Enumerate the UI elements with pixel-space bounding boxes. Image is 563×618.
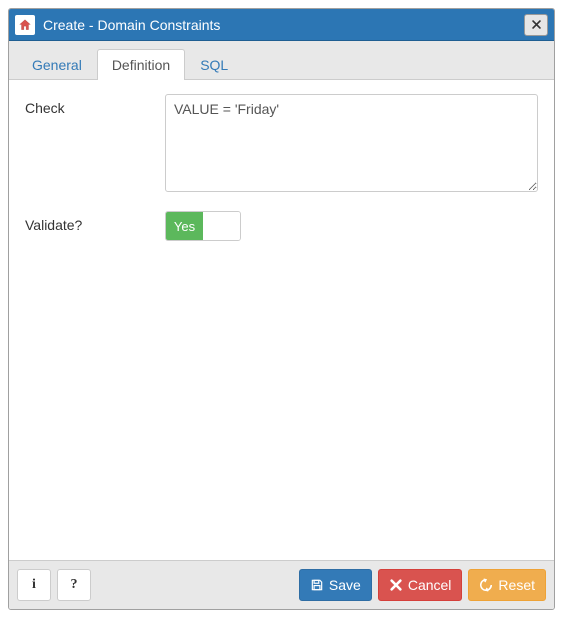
close-icon <box>531 19 542 30</box>
tab-general[interactable]: General <box>17 49 97 80</box>
tabstrip: General Definition SQL <box>9 41 554 80</box>
validate-toggle[interactable]: Yes <box>165 211 241 241</box>
check-label: Check <box>25 94 165 116</box>
row-validate: Validate? Yes <box>25 211 538 241</box>
toggle-on-label: Yes <box>166 212 203 240</box>
help-button[interactable]: ? <box>57 569 91 601</box>
validate-label: Validate? <box>25 211 165 233</box>
dialog-create-domain-constraints: Create - Domain Constraints General Defi… <box>8 8 555 610</box>
row-check: Check <box>25 94 538 195</box>
reset-button[interactable]: Reset <box>468 569 546 601</box>
house-icon <box>18 18 32 32</box>
save-icon <box>310 578 324 592</box>
close-button[interactable] <box>524 14 548 36</box>
reset-label: Reset <box>498 577 535 593</box>
cancel-button[interactable]: Cancel <box>378 569 463 601</box>
cancel-icon <box>389 578 403 592</box>
help-icon: ? <box>71 577 78 593</box>
tab-definition[interactable]: Definition <box>97 49 185 80</box>
app-icon <box>15 15 35 35</box>
dialog-footer: i ? Save Cancel R <box>9 560 554 609</box>
check-control <box>165 94 538 195</box>
tab-content-definition: Check Validate? Yes <box>9 80 554 560</box>
info-icon: i <box>32 577 36 593</box>
info-button[interactable]: i <box>17 569 51 601</box>
cancel-label: Cancel <box>408 577 452 593</box>
check-textarea[interactable] <box>165 94 538 192</box>
save-label: Save <box>329 577 361 593</box>
toggle-knob <box>203 212 240 240</box>
dialog-title: Create - Domain Constraints <box>43 17 524 33</box>
reset-icon <box>479 578 493 592</box>
save-button[interactable]: Save <box>299 569 372 601</box>
titlebar: Create - Domain Constraints <box>9 9 554 41</box>
validate-control: Yes <box>165 211 538 241</box>
tab-sql[interactable]: SQL <box>185 49 243 80</box>
